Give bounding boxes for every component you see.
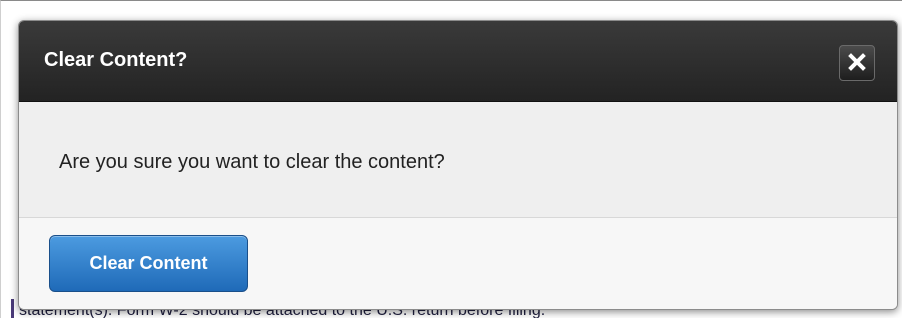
- clear-content-dialog: Clear Content? Are you sure you want to …: [18, 20, 898, 310]
- close-icon: [848, 52, 866, 74]
- dialog-footer: Clear Content: [19, 218, 897, 309]
- close-button[interactable]: [839, 45, 875, 81]
- confirmation-message: Are you sure you want to clear the conte…: [59, 151, 445, 173]
- clear-content-button[interactable]: Clear Content: [49, 235, 248, 292]
- page-accent-bar: [11, 299, 14, 318]
- dialog-title: Clear Content?: [44, 49, 188, 71]
- dialog-body: Are you sure you want to clear the conte…: [19, 102, 897, 218]
- dialog-header: Clear Content?: [19, 21, 897, 102]
